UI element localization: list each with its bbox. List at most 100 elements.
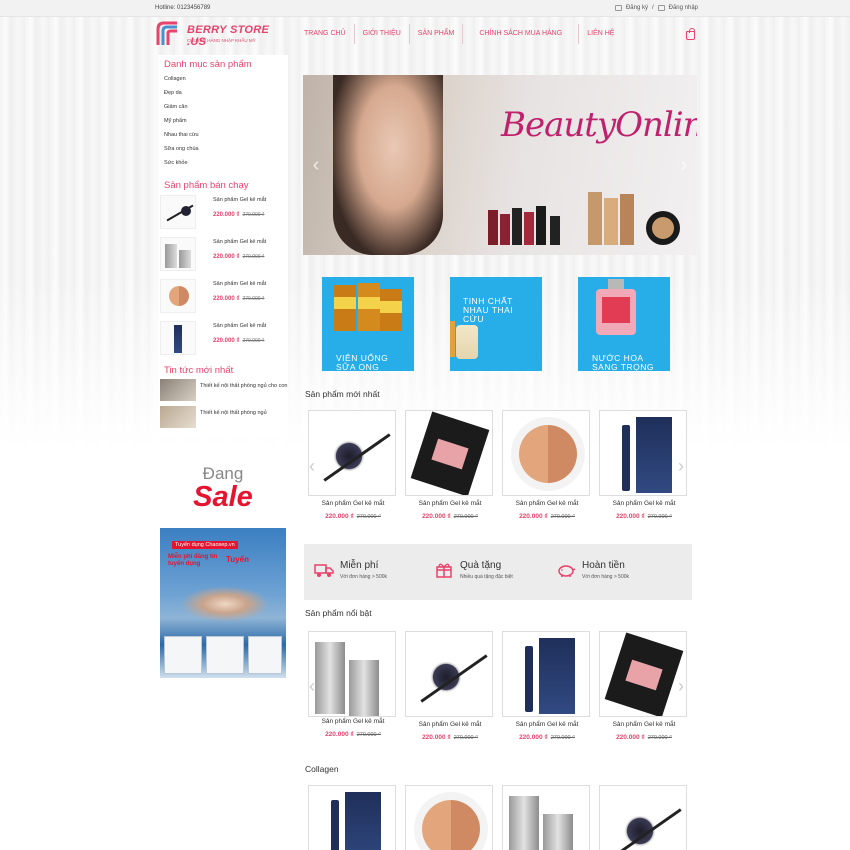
news-thumbnail[interactable] xyxy=(160,406,196,428)
product-image[interactable] xyxy=(502,785,590,850)
carousel-next-icon[interactable]: › xyxy=(678,676,684,697)
collagen-title: Collagen xyxy=(305,764,339,774)
bestseller-item[interactable]: Sản phẩm Gel kẻ mắt 220.000 ₫ 270.000 ₫ xyxy=(158,319,288,361)
product-name[interactable]: Sản phẩm Gel kẻ mắt xyxy=(502,721,592,728)
news-thumbnail[interactable] xyxy=(160,379,196,401)
product-image[interactable] xyxy=(308,631,396,717)
product-name[interactable]: Sản phẩm Gel kẻ mắt xyxy=(213,323,266,329)
news-headline[interactable]: Thiết kế nội thất phòng ngủ cho con xyxy=(200,381,288,391)
category-item[interactable]: Sữa ong chúa xyxy=(164,142,282,156)
bestseller-item[interactable]: Sản phẩm Gel kẻ mắt 220.000 ₫ 270.000 ₫ xyxy=(158,277,288,319)
product-image[interactable] xyxy=(599,631,687,717)
product-image[interactable] xyxy=(405,410,493,496)
product-name[interactable]: Sản phẩm Gel kẻ mắt xyxy=(502,500,592,507)
service-title: Miễn phí xyxy=(340,560,379,571)
bestseller-item[interactable]: Sản phẩm Gel kẻ mắt 220.000 ₫ 270.000 ₫ xyxy=(158,235,288,277)
product-name[interactable]: Sản phẩm Gel kẻ mắt xyxy=(213,281,266,287)
sale-banner[interactable]: Đang Sale xyxy=(160,458,286,528)
product-card[interactable]: Sản phẩm Gel kẻ mắt 220.000 ₫ 270.000 ₫ xyxy=(502,410,592,520)
login-link[interactable]: Đăng nhập xyxy=(669,5,698,11)
product-thumbnail[interactable] xyxy=(160,237,196,271)
product-image[interactable] xyxy=(308,410,396,496)
product-name[interactable]: Sản phẩm Gel kẻ mắt xyxy=(405,500,495,507)
product-name[interactable]: Sản phẩm Gel kẻ mắt xyxy=(213,239,266,245)
nav-contact[interactable]: LIÊN HỆ xyxy=(579,24,622,44)
product-card[interactable] xyxy=(599,785,689,850)
slider-next-icon[interactable]: › xyxy=(677,155,691,175)
price: 220.000 ₫ xyxy=(616,734,645,741)
product-thumbnail[interactable] xyxy=(160,279,196,313)
category-item[interactable]: Collagen xyxy=(164,72,282,86)
product-card[interactable]: Sản phẩm Gel kẻ mắt 220.000 ₫ 270.000 ₫ xyxy=(599,410,689,520)
handshake-image xyxy=(180,586,270,622)
nav-home[interactable]: TRANG CHỦ xyxy=(296,24,355,44)
slider-title: BeautyOnline xyxy=(501,105,697,145)
product-thumbnail[interactable] xyxy=(160,321,196,355)
price: 220.000 ₫ xyxy=(422,513,451,520)
product-price: 220.000 ₫ 270.000 ₫ xyxy=(599,513,689,520)
product-card[interactable] xyxy=(308,785,398,850)
news-headline[interactable]: Thiết kế nội thất phòng ngủ xyxy=(200,408,288,418)
old-price: 270.000 ₫ xyxy=(242,254,265,260)
slider-prev-icon[interactable]: ‹ xyxy=(309,155,323,175)
category-item[interactable]: Nhau thai cừu xyxy=(164,128,282,142)
recruit-banner[interactable]: Tuyển dụng Chaosep.vn Miễn phí đăng tin … xyxy=(160,528,286,678)
price: 220.000 ₫ xyxy=(325,731,354,738)
category-item[interactable]: Đẹp da xyxy=(164,86,282,100)
product-name[interactable]: Sản phẩm Gel kẻ mắt xyxy=(213,197,266,203)
nav-products[interactable]: SẢN PHẨM xyxy=(410,24,464,44)
product-image[interactable] xyxy=(405,785,493,850)
tile-text: NƯỚC HOA SANG TRỌNG xyxy=(592,353,654,372)
product-image[interactable] xyxy=(405,631,493,717)
product-thumbnail[interactable] xyxy=(160,195,196,229)
product-image[interactable] xyxy=(502,631,590,717)
category-item[interactable]: Sức khỏe xyxy=(164,156,282,170)
product-name[interactable]: Sản phẩm Gel kẻ mắt xyxy=(405,721,495,728)
product-card[interactable]: Sản phẩm Gel kẻ mắt 220.000 ₫ 270.000 ₫ xyxy=(308,410,398,520)
nav-about[interactable]: GIỚI THIỆU xyxy=(355,24,410,44)
category-item[interactable]: Mỹ phẩm xyxy=(164,114,282,128)
news-item[interactable]: Thiết kế nội thất phòng ngủ cho con xyxy=(158,378,288,405)
product-name[interactable]: Sản phẩm Gel kẻ mắt xyxy=(308,500,398,507)
product-name[interactable]: Sản phẩm Gel kẻ mắt xyxy=(599,721,689,728)
eyeliner-image xyxy=(620,811,660,850)
hero-slider[interactable]: BeautyOnline ‹ › xyxy=(303,75,697,255)
product-card[interactable]: Sản phẩm Gel kẻ mắt 220.000 ₫ 270.000 ₫ xyxy=(405,410,495,520)
service-title: Quà tặng xyxy=(460,560,502,571)
product-card[interactable] xyxy=(405,785,495,850)
nav-policy[interactable]: CHÍNH SÁCH MUA HÀNG xyxy=(463,24,580,44)
promo-tile[interactable]: TINH CHẤT NHAU THAI CỪU xyxy=(450,277,542,371)
old-price: 270.000 ₫ xyxy=(356,732,381,738)
jar-image xyxy=(334,283,402,331)
bestseller-item[interactable]: Sản phẩm Gel kẻ mắt 220.000 ₫ 270.000 ₫ xyxy=(158,193,288,235)
product-card[interactable]: Sản phẩm Gel kẻ mắt 220.000 ₫ 270.000 ₫ xyxy=(502,631,592,741)
logo-tagline: CHUYÊN HÀNG NHẬP KHẨU MỸ xyxy=(187,38,256,43)
old-price: 270.000 ₫ xyxy=(242,296,265,302)
piggy-bank-icon xyxy=(558,565,576,577)
product-image[interactable] xyxy=(308,785,396,850)
new-products-title: Sản phẩm mới nhất xyxy=(305,389,380,399)
product-image[interactable] xyxy=(599,410,687,496)
product-card[interactable]: Sản phẩm Gel kẻ mắt 220.000 ₫ 270.000 ₫ xyxy=(599,631,689,741)
promo-tile[interactable]: VIÊN UỐNG SỮA ONG xyxy=(322,277,414,371)
carousel-prev-icon[interactable]: ‹ xyxy=(309,456,315,477)
news-item[interactable]: Thiết kế nội thất phòng ngủ xyxy=(158,405,288,432)
product-name[interactable]: Sản phẩm Gel kẻ mắt xyxy=(308,718,398,725)
old-price: 270.000 ₫ xyxy=(453,735,478,741)
sale-big-word: Sale xyxy=(193,481,253,513)
product-price: 220.000 ₫ 270.000 ₫ xyxy=(405,513,495,520)
product-name[interactable]: Sản phẩm Gel kẻ mắt xyxy=(599,500,689,507)
product-image[interactable] xyxy=(502,410,590,496)
carousel-next-icon[interactable]: › xyxy=(678,456,684,477)
product-card[interactable] xyxy=(502,785,592,850)
carousel-prev-icon[interactable]: ‹ xyxy=(309,676,315,697)
cart-icon[interactable] xyxy=(686,28,695,40)
categories-title: Danh mục sản phẩm xyxy=(164,59,252,70)
logo[interactable]: BERRY STORE .US CHUYÊN HÀNG NHẬP KHẨU MỸ xyxy=(155,21,290,49)
register-link[interactable]: Đăng ký xyxy=(626,5,648,11)
promo-tile[interactable]: NƯỚC HOA SANG TRỌNG xyxy=(578,277,670,371)
product-card[interactable]: Sản phẩm Gel kẻ mắt 220.000 ₫ 270.000 ₫ xyxy=(405,631,495,741)
category-item[interactable]: Giảm cân xyxy=(164,100,282,114)
product-image[interactable] xyxy=(599,785,687,850)
product-card[interactable]: Sản phẩm Gel kẻ mắt 220.000 ₫ 270.000 ₫ xyxy=(308,631,398,738)
